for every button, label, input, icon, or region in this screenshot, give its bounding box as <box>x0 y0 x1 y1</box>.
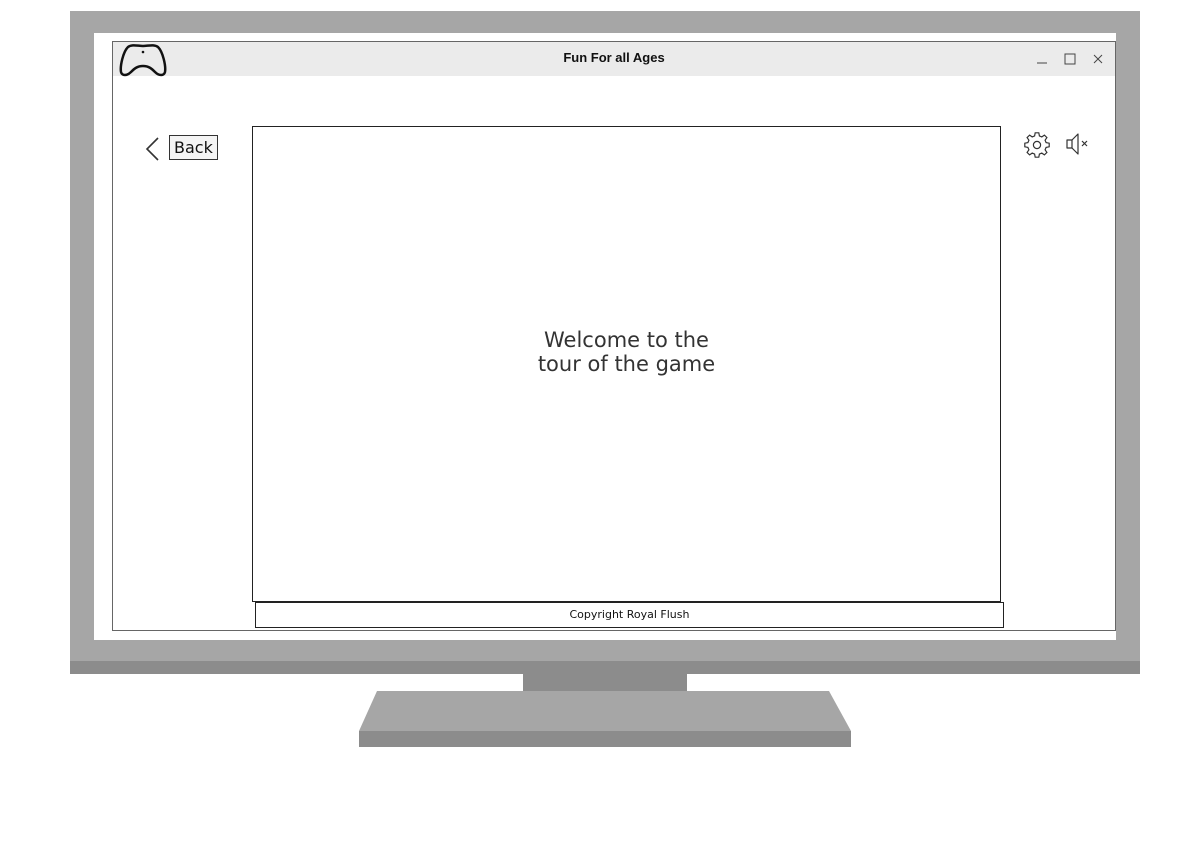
window-title: Fun For all Ages <box>563 50 665 65</box>
gear-icon[interactable] <box>1023 131 1051 159</box>
maximize-icon[interactable] <box>1062 51 1078 67</box>
back-button[interactable]: Back <box>169 135 218 160</box>
copyright-footer: Copyright Royal Flush <box>255 602 1004 628</box>
monitor-stand-base <box>359 691 851 747</box>
chevron-left-icon[interactable] <box>143 136 161 162</box>
monitor-chin <box>70 661 1140 674</box>
welcome-message: Welcome to the tour of the game <box>537 328 716 376</box>
title-bar[interactable]: Fun For all Ages <box>113 42 1115 77</box>
speaker-muted-icon[interactable] <box>1064 130 1092 158</box>
game-tour-panel: Welcome to the tour of the game <box>252 126 1001 602</box>
close-icon[interactable] <box>1090 51 1106 67</box>
desktop-stage: Fun For all Ages Back Welcome to the tou… <box>0 0 1191 859</box>
minimize-icon[interactable] <box>1034 51 1050 67</box>
